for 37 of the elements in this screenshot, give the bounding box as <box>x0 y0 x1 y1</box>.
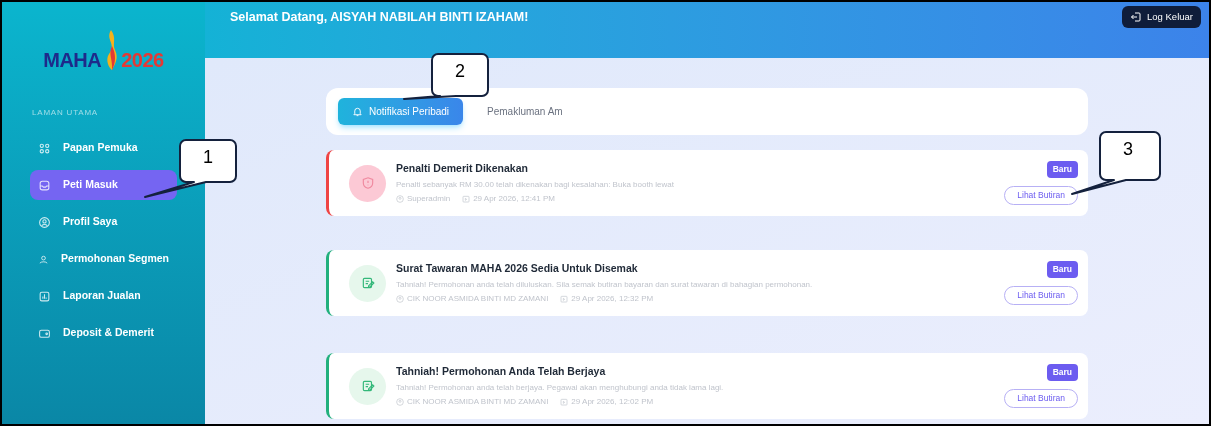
logo-text: 2026 <box>121 50 164 70</box>
tab[interactable]: Notifikasi Peribadi <box>338 98 464 125</box>
user-icon <box>396 294 404 303</box>
sidebar-item[interactable]: Profil Saya <box>30 207 177 237</box>
logout-button[interactable]: Log Keluar <box>1122 6 1201 28</box>
calendar-icon <box>560 294 569 303</box>
callout-number: 3 <box>1122 140 1134 158</box>
section-label: LAMAN UTAMA <box>31 107 99 119</box>
welcome-text: Selamat Datang, AISYAH NABILAH BINTI IZAHAM! <box>230 8 529 26</box>
bell-icon <box>352 106 363 117</box>
new-badge: Baru <box>1046 364 1078 381</box>
sidebar-item[interactable]: Deposit & Demerit <box>30 318 177 348</box>
sidebar-item[interactable]: Papan Pemuka <box>30 133 177 163</box>
new-badge: Baru <box>1046 161 1078 178</box>
user-icon <box>396 194 404 203</box>
edit-document-icon <box>360 379 375 393</box>
bar-chart-icon <box>38 289 51 303</box>
notification-title: Penalti Demerit Dikenakan <box>396 161 529 177</box>
notification-title: Tahniah! Permohonan Anda Telah Berjaya <box>396 364 607 380</box>
logout-icon <box>1130 11 1143 23</box>
tab[interactable]: Pemakluman Am <box>473 98 577 125</box>
sidebar-item[interactable]: Laporan Jualan <box>30 281 177 311</box>
user-icon <box>396 397 404 406</box>
callout-number: 2 <box>454 62 466 80</box>
inbox-icon <box>38 178 51 192</box>
logo-text: MAHA <box>43 50 102 70</box>
new-badge: Baru <box>1046 261 1078 278</box>
user-circle-icon <box>38 215 51 229</box>
callout-number: 1 <box>202 148 214 166</box>
grid-icon <box>38 141 51 155</box>
sidebar-item[interactable]: Permohonan Segmen <box>30 244 177 274</box>
notification-title: Surat Tawaran MAHA 2026 Sedia Untuk Disemak <box>396 261 639 277</box>
calendar-icon <box>462 194 471 203</box>
edit-document-icon <box>360 276 375 290</box>
sidebar-item[interactable]: Peti Masuk <box>30 170 177 200</box>
shield-icon <box>360 176 375 190</box>
calendar-icon <box>560 397 569 406</box>
